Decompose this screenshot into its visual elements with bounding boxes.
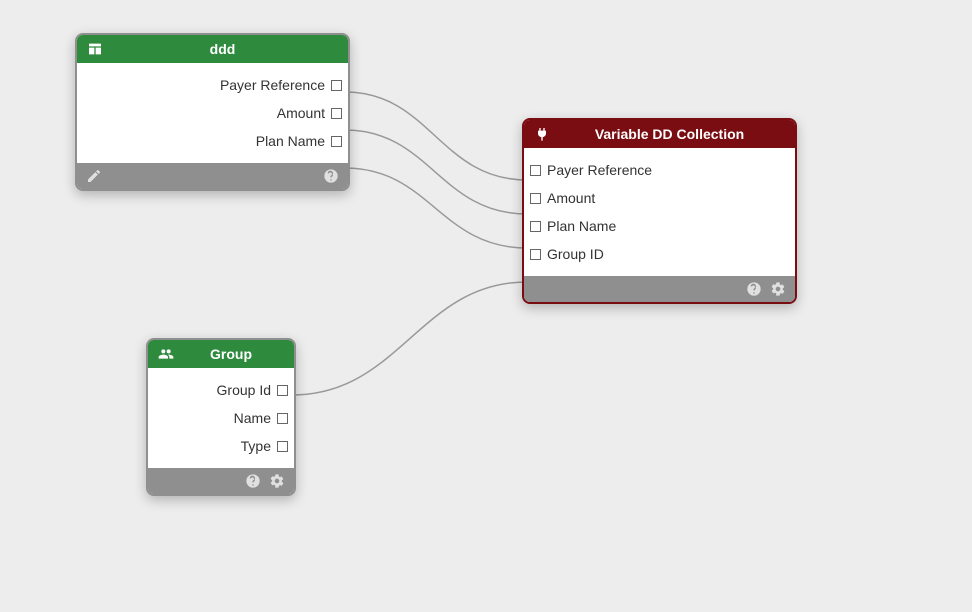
node-group[interactable]: Group Group Id Name Type — [146, 338, 296, 496]
node-group-body: Group Id Name Type — [148, 368, 294, 468]
node-vdd-header[interactable]: Variable DD Collection — [524, 120, 795, 148]
gear-icon[interactable] — [268, 472, 286, 490]
field-label: Amount — [547, 190, 595, 206]
field-amount[interactable]: Amount — [77, 99, 348, 127]
users-icon — [158, 346, 178, 362]
field-label: Group ID — [547, 246, 604, 262]
field-group-id-in[interactable]: Group ID — [524, 240, 795, 268]
field-label: Type — [241, 438, 271, 454]
node-vdd[interactable]: Variable DD Collection Payer Reference A… — [522, 118, 797, 304]
node-vdd-body: Payer Reference Amount Plan Name Group I… — [524, 148, 795, 276]
node-ddd-header[interactable]: ddd — [77, 35, 348, 63]
diagram-canvas[interactable]: ddd Payer Reference Amount Plan Name — [0, 0, 972, 612]
node-ddd-title: ddd — [107, 41, 338, 57]
input-port[interactable] — [530, 193, 541, 204]
field-type[interactable]: Type — [148, 432, 294, 460]
node-group-title: Group — [178, 346, 284, 362]
field-plan-name[interactable]: Plan Name — [77, 127, 348, 155]
edit-icon[interactable] — [85, 167, 103, 185]
node-ddd[interactable]: ddd Payer Reference Amount Plan Name — [75, 33, 350, 191]
help-icon[interactable] — [244, 472, 262, 490]
input-port[interactable] — [530, 249, 541, 260]
output-port[interactable] — [277, 385, 288, 396]
field-payer-reference[interactable]: Payer Reference — [77, 71, 348, 99]
output-port[interactable] — [331, 80, 342, 91]
output-port[interactable] — [277, 413, 288, 424]
field-payer-reference-in[interactable]: Payer Reference — [524, 156, 795, 184]
output-port[interactable] — [331, 108, 342, 119]
node-group-header[interactable]: Group — [148, 340, 294, 368]
node-ddd-body: Payer Reference Amount Plan Name — [77, 63, 348, 163]
field-label: Plan Name — [256, 133, 325, 149]
field-amount-in[interactable]: Amount — [524, 184, 795, 212]
node-vdd-title: Variable DD Collection — [554, 126, 785, 142]
node-vdd-footer — [524, 276, 795, 302]
field-label: Amount — [277, 105, 325, 121]
help-icon[interactable] — [322, 167, 340, 185]
table-icon — [87, 41, 107, 57]
field-label: Group Id — [217, 382, 271, 398]
input-port[interactable] — [530, 165, 541, 176]
field-label: Plan Name — [547, 218, 616, 234]
node-group-footer — [148, 468, 294, 494]
output-port[interactable] — [331, 136, 342, 147]
field-label: Payer Reference — [547, 162, 652, 178]
node-ddd-footer — [77, 163, 348, 189]
field-label: Name — [234, 410, 271, 426]
field-label: Payer Reference — [220, 77, 325, 93]
output-port[interactable] — [277, 441, 288, 452]
field-plan-name-in[interactable]: Plan Name — [524, 212, 795, 240]
gear-icon[interactable] — [769, 280, 787, 298]
help-icon[interactable] — [745, 280, 763, 298]
field-group-id[interactable]: Group Id — [148, 376, 294, 404]
input-port[interactable] — [530, 221, 541, 232]
field-name[interactable]: Name — [148, 404, 294, 432]
plug-icon — [534, 126, 554, 142]
